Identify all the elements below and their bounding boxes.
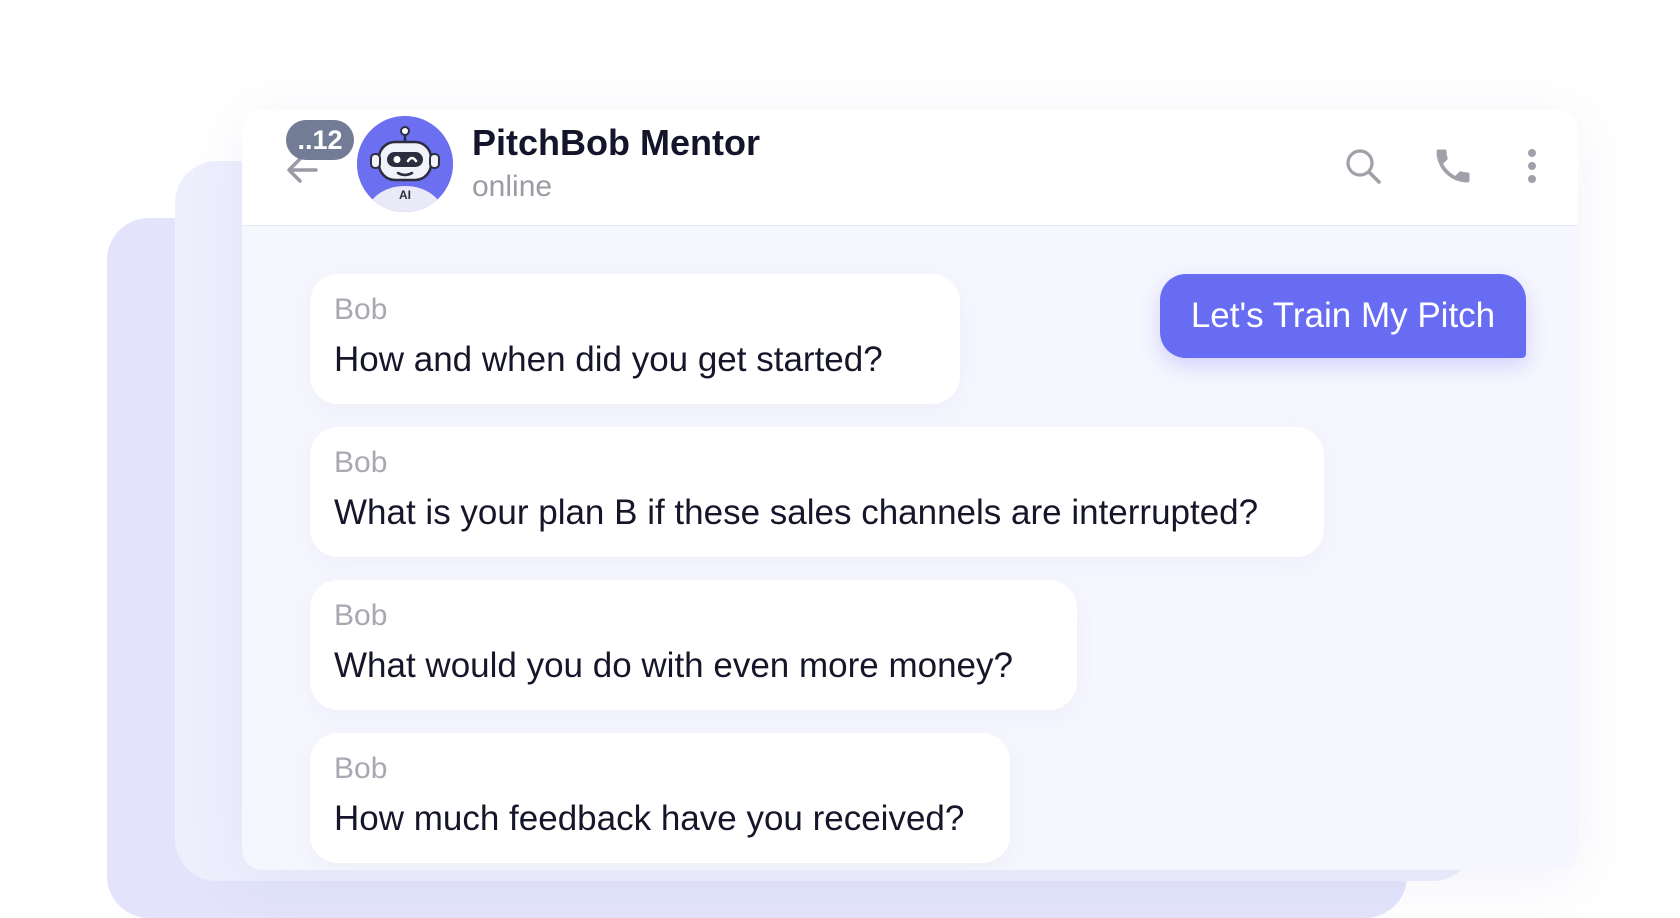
message-sender: Bob [334,293,388,326]
robot-avatar-icon: AI [357,116,453,212]
incoming-message: Bob How and when did you get started? [310,274,960,404]
incoming-message: Bob How much feedback have you received? [310,733,1010,863]
phone-icon [1436,149,1470,183]
search-icon [1346,149,1381,184]
avatar-ai-label: AI [399,188,411,202]
incoming-message: Bob What is your plan B if these sales c… [310,427,1324,557]
chat-status: online [472,170,553,203]
more-options-button[interactable] [1510,144,1554,188]
incoming-message: Bob What would you do with even more mon… [310,580,1077,710]
more-vertical-icon [1528,149,1536,183]
message-text: How and when did you get started? [334,340,883,379]
message-text: What would you do with even more money? [334,646,1013,685]
message-text: How much feedback have you received? [334,799,965,838]
chat-title: PitchBob Mentor [472,122,760,163]
message-sender: Bob [334,752,388,785]
call-button[interactable] [1431,144,1475,188]
message-sender: Bob [334,599,388,632]
outgoing-message[interactable]: Let's Train My Pitch [1160,274,1526,358]
chat-window: ..12 AI PitchBob Mentor online Bob How a… [242,110,1578,870]
avatar[interactable]: AI [357,116,453,212]
message-sender: Bob [334,446,388,479]
unread-count-badge: ..12 [286,120,354,160]
search-button[interactable] [1341,144,1385,188]
message-text: What is your plan B if these sales chann… [334,493,1259,532]
chat-header: ..12 AI PitchBob Mentor online [242,110,1578,226]
